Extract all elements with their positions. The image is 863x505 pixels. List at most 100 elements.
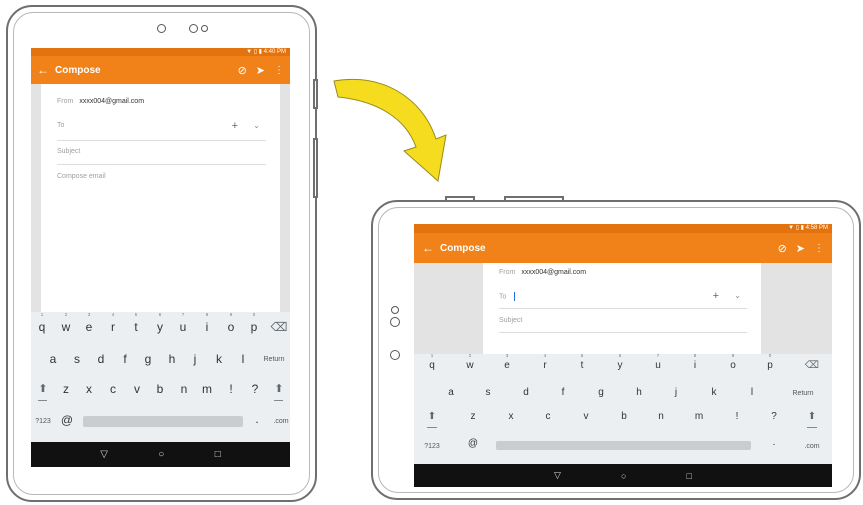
key-b[interactable]: b bbox=[157, 382, 164, 396]
key-g[interactable]: g bbox=[598, 387, 604, 398]
add-recipient-icon[interactable]: + bbox=[713, 290, 719, 302]
key-p[interactable]: 0p bbox=[767, 353, 773, 371]
chevron-down-icon[interactable]: ⌄ bbox=[734, 291, 741, 300]
body-field[interactable]: Compose email bbox=[57, 173, 266, 180]
to-field[interactable]: To + ⌄ bbox=[499, 290, 747, 309]
key-h[interactable]: h bbox=[169, 352, 176, 366]
return-key[interactable]: Return bbox=[263, 356, 284, 363]
nav-home-icon[interactable]: ○ bbox=[621, 471, 626, 481]
power-button[interactable] bbox=[445, 196, 475, 202]
backspace-icon[interactable]: ⌫ bbox=[271, 320, 288, 334]
key-o[interactable]: 9o bbox=[730, 353, 736, 371]
key-t[interactable]: 5t bbox=[134, 312, 137, 334]
key-o[interactable]: 9o bbox=[228, 312, 235, 334]
key-i[interactable]: 8i bbox=[694, 353, 697, 371]
key-x[interactable]: x bbox=[509, 411, 514, 422]
key-n[interactable]: n bbox=[658, 411, 664, 422]
com-key[interactable]: .com bbox=[804, 443, 819, 450]
nav-home-icon[interactable]: ○ bbox=[158, 449, 164, 460]
chevron-down-icon[interactable]: ⌄ bbox=[253, 121, 260, 130]
key-w[interactable]: 2w bbox=[62, 312, 71, 334]
key-q[interactable]: 1q bbox=[429, 353, 435, 371]
key-u[interactable]: 7u bbox=[180, 312, 187, 334]
key-n[interactable]: n bbox=[181, 382, 188, 396]
period-key[interactable]: . bbox=[255, 412, 258, 426]
shift-icon[interactable]: ⬆ bbox=[38, 382, 47, 395]
key-l[interactable]: l bbox=[751, 387, 753, 398]
key-w[interactable]: 2w bbox=[466, 353, 473, 371]
nav-back-icon[interactable]: ▽ bbox=[100, 449, 108, 460]
shift-icon[interactable]: ⬆ bbox=[808, 411, 816, 422]
key-g[interactable]: g bbox=[145, 352, 152, 366]
key-e[interactable]: 3e bbox=[504, 353, 510, 371]
key-e[interactable]: 3e bbox=[86, 312, 93, 334]
nav-recents-icon[interactable]: □ bbox=[687, 471, 692, 481]
subject-field[interactable]: Subject bbox=[499, 317, 747, 333]
key-r[interactable]: 4r bbox=[111, 312, 115, 334]
key-h[interactable]: h bbox=[636, 387, 642, 398]
spacebar[interactable] bbox=[496, 441, 751, 450]
key-d[interactable]: d bbox=[523, 387, 529, 398]
key-d[interactable]: d bbox=[98, 352, 105, 366]
key-z[interactable]: z bbox=[471, 411, 476, 422]
return-key[interactable]: Return bbox=[792, 390, 813, 397]
symbols-key[interactable]: ?123 bbox=[35, 418, 51, 425]
symbols-key[interactable]: ?123 bbox=[424, 443, 440, 450]
key-y[interactable]: 6y bbox=[157, 312, 163, 334]
key-c[interactable]: c bbox=[546, 411, 551, 422]
volume-button[interactable] bbox=[313, 138, 318, 198]
key-exclamation[interactable]: ! bbox=[229, 382, 232, 396]
send-icon[interactable]: ➤ bbox=[256, 64, 265, 77]
key-z[interactable]: z bbox=[63, 382, 69, 396]
key-f[interactable]: f bbox=[123, 352, 126, 366]
at-key[interactable]: @ bbox=[468, 438, 478, 449]
key-question[interactable]: ? bbox=[252, 382, 259, 396]
key-exclamation[interactable]: ! bbox=[736, 411, 739, 422]
shift-icon[interactable]: ⬆ bbox=[428, 411, 436, 422]
key-b[interactable]: b bbox=[621, 411, 627, 422]
key-j[interactable]: j bbox=[194, 352, 197, 366]
send-icon[interactable]: ➤ bbox=[796, 242, 805, 255]
key-c[interactable]: c bbox=[110, 382, 116, 396]
attachment-icon[interactable]: ⊘ bbox=[238, 64, 247, 77]
key-j[interactable]: j bbox=[675, 387, 677, 398]
key-s[interactable]: s bbox=[74, 352, 80, 366]
arrow-back-icon[interactable]: ← bbox=[37, 63, 51, 77]
key-a[interactable]: a bbox=[50, 352, 57, 366]
shift-icon[interactable]: ⬆ bbox=[274, 382, 283, 395]
period-key[interactable]: . bbox=[773, 437, 776, 448]
key-question[interactable]: ? bbox=[771, 411, 777, 422]
key-s[interactable]: s bbox=[486, 387, 491, 398]
backspace-icon[interactable]: ⌫ bbox=[805, 360, 819, 371]
key-m[interactable]: m bbox=[202, 382, 212, 396]
from-field[interactable]: From xxxx004@gmail.com bbox=[499, 269, 747, 276]
key-k[interactable]: k bbox=[712, 387, 717, 398]
overflow-menu-icon[interactable]: ⋮ bbox=[274, 65, 284, 76]
attachment-icon[interactable]: ⊘ bbox=[778, 242, 787, 255]
key-m[interactable]: m bbox=[695, 411, 703, 422]
key-x[interactable]: x bbox=[86, 382, 92, 396]
key-t[interactable]: 5t bbox=[581, 353, 584, 371]
subject-field[interactable]: Subject bbox=[57, 148, 266, 165]
key-k[interactable]: k bbox=[216, 352, 222, 366]
key-y[interactable]: 6y bbox=[618, 353, 623, 371]
key-r[interactable]: 4r bbox=[543, 353, 546, 371]
key-v[interactable]: v bbox=[134, 382, 140, 396]
volume-button[interactable] bbox=[504, 196, 564, 202]
key-f[interactable]: f bbox=[562, 387, 565, 398]
overflow-menu-icon[interactable]: ⋮ bbox=[814, 243, 824, 254]
to-field[interactable]: To + ⌄ bbox=[57, 120, 266, 141]
key-i[interactable]: 8i bbox=[206, 312, 209, 334]
nav-back-icon[interactable]: ▽ bbox=[554, 470, 561, 481]
com-key[interactable]: .com bbox=[273, 418, 288, 425]
key-u[interactable]: 7u bbox=[655, 353, 661, 371]
key-a[interactable]: a bbox=[448, 387, 454, 398]
key-q[interactable]: 1q bbox=[39, 312, 46, 334]
key-v[interactable]: v bbox=[584, 411, 589, 422]
arrow-back-icon[interactable]: ← bbox=[422, 241, 436, 255]
power-button[interactable] bbox=[313, 79, 318, 109]
at-key[interactable]: @ bbox=[61, 413, 73, 427]
add-recipient-icon[interactable]: + bbox=[232, 120, 238, 132]
key-l[interactable]: l bbox=[242, 352, 245, 366]
nav-recents-icon[interactable]: □ bbox=[215, 449, 221, 460]
